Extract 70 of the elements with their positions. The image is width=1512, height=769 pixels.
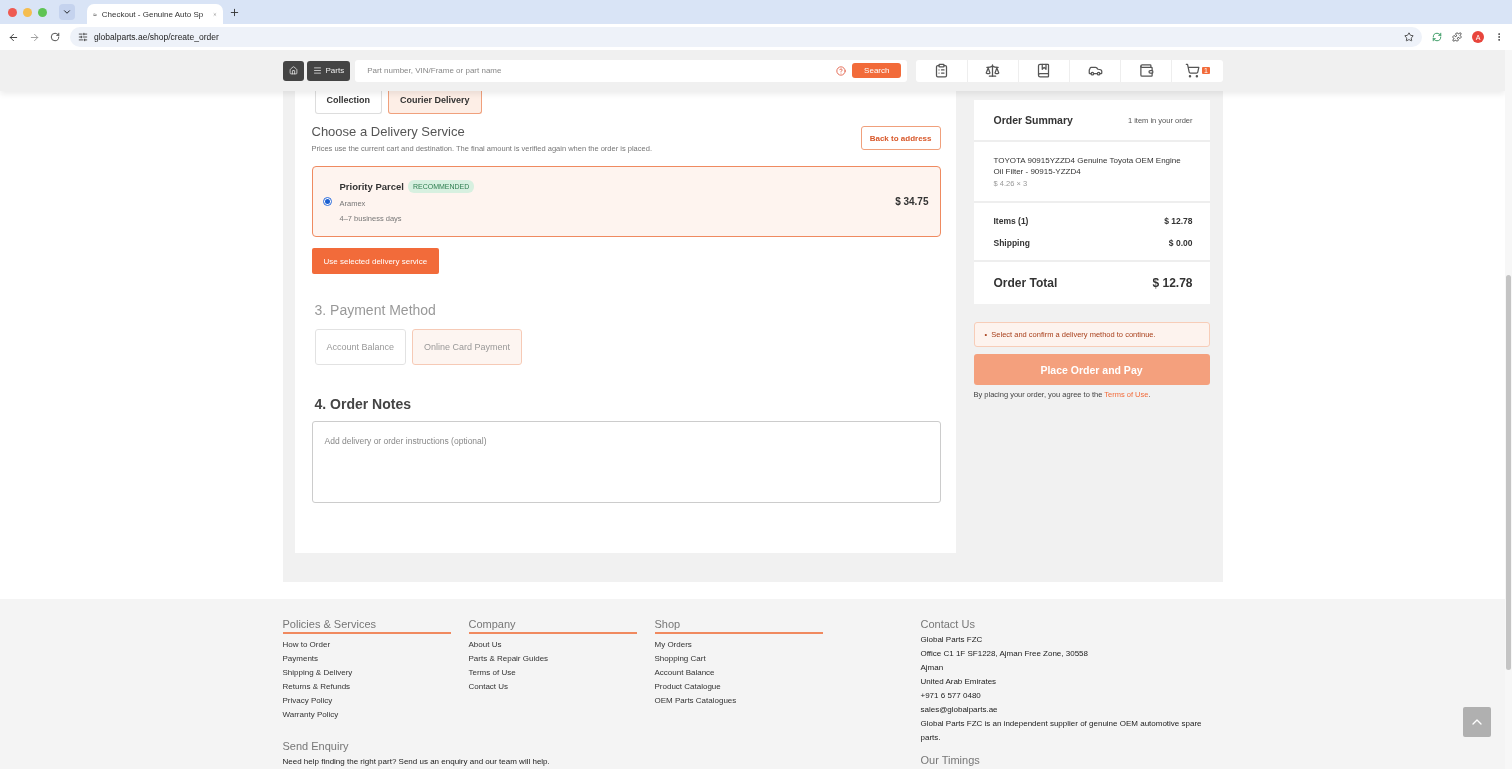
menu-icon xyxy=(312,66,322,75)
extensions-icon[interactable] xyxy=(1452,32,1462,42)
footer-link[interactable]: How to Order xyxy=(282,638,331,652)
footer-heading: Contact Us xyxy=(920,618,976,632)
service-price: $ 34.75 xyxy=(895,196,929,207)
bookmark-star-icon[interactable] xyxy=(1404,32,1414,42)
forward-icon[interactable] xyxy=(29,31,40,43)
footer-link[interactable]: Terms of Use xyxy=(468,666,516,680)
footer-link[interactable]: Returns & Refunds xyxy=(282,680,351,694)
address-bar[interactable]: globalparts.ae/shop/create_order xyxy=(70,27,1422,47)
enquiry-text: Need help finding the right part? Send us an enquiry and our team will help. xyxy=(282,756,551,768)
summary-value: $ 0.00 xyxy=(1168,238,1193,248)
footer-heading: Company xyxy=(468,618,637,634)
footer-link[interactable]: My Orders xyxy=(654,638,692,652)
back-to-address-button[interactable]: Back to address xyxy=(860,126,941,150)
browser-tab[interactable]: Checkout - Genuine Auto Sp xyxy=(87,4,223,24)
home-icon xyxy=(288,66,298,75)
contact-line: Office C1 1F SF1228, Ajman Free Zone, 30558 xyxy=(920,648,1089,660)
summary-value: $ 12.78 xyxy=(1164,216,1193,226)
footer-link[interactable]: Parts & Repair Guides xyxy=(468,652,549,666)
book-icon xyxy=(1036,63,1052,78)
delivery-method-tab[interactable]: Collection xyxy=(314,91,382,114)
contact-line: Global Parts FZC xyxy=(920,634,984,646)
footer-link[interactable]: OEM Parts Catalogues xyxy=(654,694,737,708)
clipboard-icon xyxy=(934,63,950,78)
delivery-method-tab[interactable]: Courier Delivery xyxy=(388,91,482,114)
contact-line: Global Parts FZC is an independent supplier of genuine OEM automotive spare parts. xyxy=(920,718,1203,744)
contact-line: +971 6 577 0480 xyxy=(920,690,982,702)
reload-icon[interactable] xyxy=(50,32,60,42)
footer-link[interactable]: Privacy Policy xyxy=(282,694,333,708)
order-notes-field[interactable]: Add delivery or order instructions (optional) xyxy=(311,421,941,503)
total-label: Order Total xyxy=(993,276,1058,290)
section-title: Choose a Delivery Service xyxy=(311,124,466,139)
footer-link[interactable]: Account Balance xyxy=(654,666,715,680)
footer-link[interactable]: Shipping & Delivery xyxy=(282,666,353,680)
footer-heading: Shop xyxy=(654,618,823,634)
summary-title: Order Summary xyxy=(993,114,1073,126)
parts-menu-button[interactable]: Parts xyxy=(306,60,351,81)
contact-line: Ajman xyxy=(920,662,945,674)
footer-link[interactable]: Shopping Cart xyxy=(654,652,706,666)
back-icon[interactable] xyxy=(8,31,19,43)
home-button[interactable] xyxy=(282,60,304,81)
close-window-button[interactable] xyxy=(8,7,17,17)
summary-label: Items (1) xyxy=(993,216,1029,226)
contact-line: United Arab Emirates xyxy=(920,676,998,688)
service-name: Priority Parcel xyxy=(339,181,404,192)
total-value: $ 12.78 xyxy=(1152,276,1193,290)
scale-icon xyxy=(985,63,1001,78)
radio-button[interactable] xyxy=(322,197,332,206)
footer-heading: Policies & Services xyxy=(282,618,451,634)
footer-heading: Our Timings xyxy=(920,754,981,768)
new-tab-icon[interactable] xyxy=(229,6,240,18)
summary-label: Shipping xyxy=(993,238,1030,248)
scrollbar[interactable] xyxy=(1505,50,1512,769)
section-title: 3. Payment Method xyxy=(314,302,437,318)
item-name: TOYOTA 90915YZZD4 Genuine Toyota OEM Engine Oil Filter - 90915-YZZD4 xyxy=(993,156,1182,177)
footer-heading: Send Enquiry xyxy=(282,740,350,754)
chevron-down-icon xyxy=(62,7,72,17)
footer-link[interactable]: Product Catalogue xyxy=(654,680,721,694)
section-title: 4. Order Notes xyxy=(314,396,412,412)
cart-icon xyxy=(1184,63,1200,78)
footer-link[interactable]: Payments xyxy=(282,652,319,666)
footer-link[interactable]: Contact Us xyxy=(468,680,509,694)
tab-title: Checkout - Genuine Auto Sp xyxy=(101,9,204,19)
site-settings-icon[interactable] xyxy=(78,32,88,42)
footer-link[interactable]: About Us xyxy=(468,638,502,652)
footer-link[interactable]: Warranty Policy xyxy=(282,708,339,722)
wallet-icon xyxy=(1138,63,1154,78)
contact-line: sales@globalparts.ae xyxy=(920,704,999,716)
sync-icon[interactable] xyxy=(1432,32,1442,42)
